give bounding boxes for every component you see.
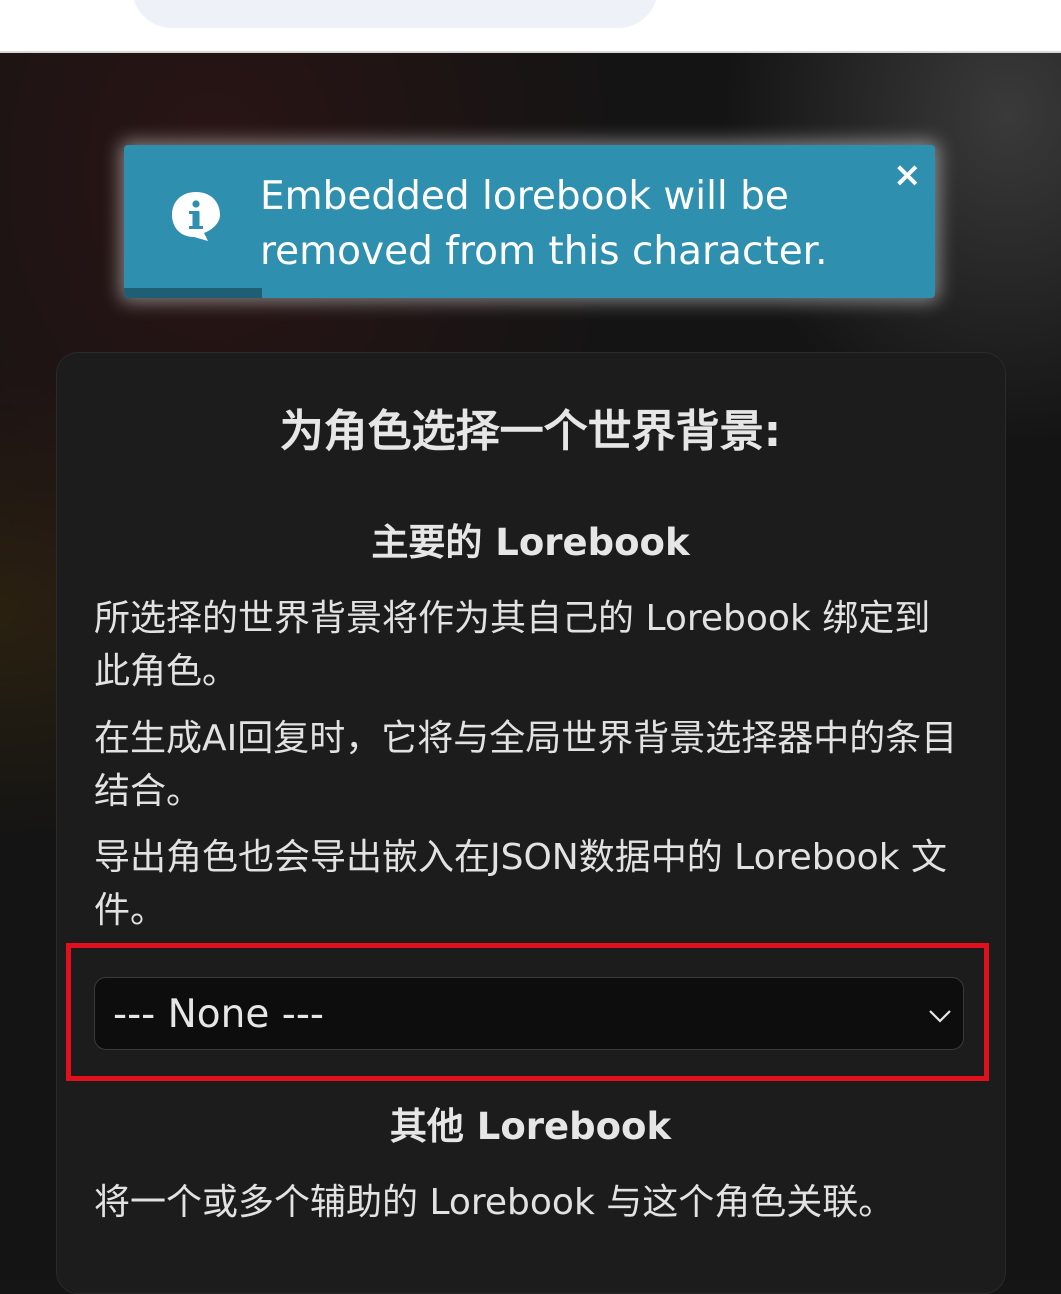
info-toast[interactable]: Embedded lorebook will be removed from t… bbox=[124, 145, 935, 298]
toast-progress-bar bbox=[124, 288, 262, 298]
other-description: 将一个或多个辅助的 Lorebook 与这个角色关联。 bbox=[94, 1182, 895, 1223]
info-icon bbox=[172, 192, 220, 241]
select-value: --- None --- bbox=[113, 992, 324, 1037]
primary-lorebook-select[interactable]: --- None --- bbox=[94, 977, 964, 1050]
primary-description-2: 在生成AI回复时，它将与全局世界背景选择器中的条目结合。 bbox=[94, 718, 958, 812]
primary-description-1: 所选择的世界背景将作为其自己的 Lorebook 绑定到此角色。 bbox=[94, 598, 931, 692]
world-info-dialog bbox=[56, 352, 1006, 1294]
other-lorebook-heading: 其他 Lorebook bbox=[389, 1105, 672, 1148]
browser-top-bar bbox=[0, 0, 1061, 53]
chevron-down-icon bbox=[929, 1010, 951, 1023]
primary-description-3: 导出角色也会导出嵌入在JSON数据中的 Lorebook 文件。 bbox=[94, 837, 947, 931]
toast-message: Embedded lorebook will be removed from t… bbox=[260, 174, 828, 274]
close-icon[interactable]: × bbox=[893, 158, 922, 192]
address-bar[interactable] bbox=[132, 0, 658, 28]
dialog-title: 为角色选择一个世界背景: bbox=[279, 406, 782, 457]
primary-lorebook-heading: 主要的 Lorebook bbox=[371, 521, 690, 564]
